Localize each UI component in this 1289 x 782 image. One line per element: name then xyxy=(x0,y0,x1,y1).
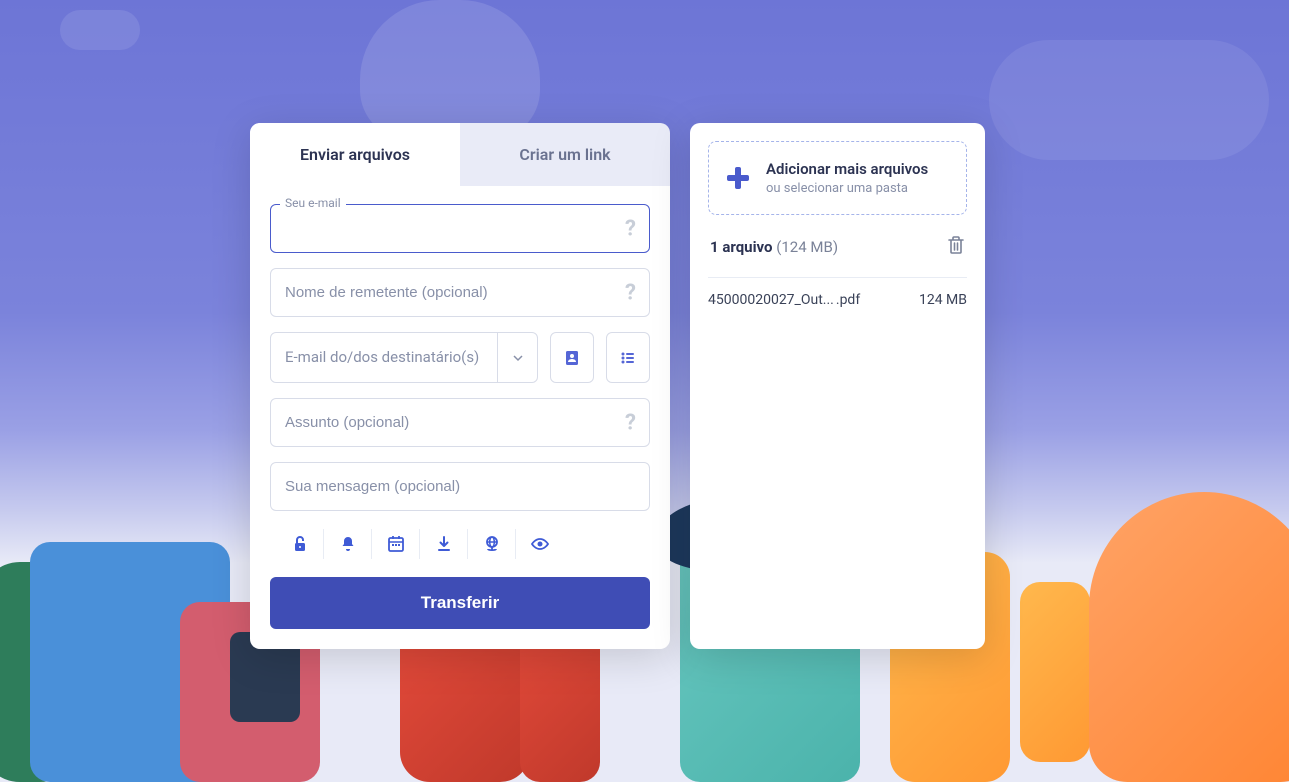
notification-option[interactable] xyxy=(324,529,372,559)
tab-send-files[interactable]: Enviar arquivos xyxy=(250,123,460,186)
help-icon[interactable]: ? xyxy=(625,280,636,305)
lock-icon xyxy=(290,534,310,554)
delete-all-button[interactable] xyxy=(947,235,965,259)
options-toolbar xyxy=(270,529,650,559)
help-icon[interactable]: ? xyxy=(625,410,636,435)
plus-icon xyxy=(724,164,752,192)
file-size: 124 MB xyxy=(919,292,967,308)
preview-option[interactable] xyxy=(516,529,564,559)
add-files-subtitle: ou selecionar uma pasta xyxy=(766,181,928,196)
total-size: (124 MB) xyxy=(776,238,838,256)
transfer-form-panel: Enviar arquivos Criar um link Seu e-mail… xyxy=(250,123,670,649)
chevron-down-icon[interactable] xyxy=(497,333,537,382)
email-label: Seu e-mail xyxy=(280,196,346,210)
globe-icon xyxy=(482,534,502,554)
file-count: 1 arquivo xyxy=(710,238,773,256)
list-icon xyxy=(619,349,637,367)
email-input[interactable] xyxy=(270,204,650,253)
eye-icon xyxy=(530,534,550,554)
subject-input[interactable] xyxy=(270,398,650,447)
download-option[interactable] xyxy=(420,529,468,559)
files-panel: Adicionar mais arquivos ou selecionar um… xyxy=(690,123,985,649)
trash-icon xyxy=(947,235,965,255)
background-cloud xyxy=(60,10,140,50)
language-option[interactable] xyxy=(468,529,516,559)
transfer-button[interactable]: Transferir xyxy=(270,577,650,629)
sender-name-input[interactable] xyxy=(270,268,650,317)
recipient-placeholder: E-mail do/dos destinatário(s) xyxy=(271,333,497,382)
divider xyxy=(708,277,967,278)
download-icon xyxy=(434,534,454,554)
file-name: 45000020027_Out... xyxy=(708,292,834,308)
contacts-button[interactable] xyxy=(550,332,594,383)
file-extension: .pdf xyxy=(836,292,860,308)
recipient-select[interactable]: E-mail do/dos destinatário(s) xyxy=(270,332,538,383)
background-plane xyxy=(989,40,1269,160)
password-option[interactable] xyxy=(276,529,324,559)
add-files-dropzone[interactable]: Adicionar mais arquivos ou selecionar um… xyxy=(708,141,967,215)
tabs: Enviar arquivos Criar um link xyxy=(250,123,670,186)
file-summary: 1 arquivo (124 MB) xyxy=(708,235,967,259)
schedule-option[interactable] xyxy=(372,529,420,559)
tab-create-link[interactable]: Criar um link xyxy=(460,123,670,186)
bell-icon xyxy=(338,534,358,554)
add-files-title: Adicionar mais arquivos xyxy=(766,160,928,178)
background-cloud xyxy=(360,0,540,140)
calendar-icon xyxy=(386,534,406,554)
list-button[interactable] xyxy=(606,332,650,383)
help-icon[interactable]: ? xyxy=(625,216,636,241)
contact-icon xyxy=(563,349,581,367)
message-input[interactable] xyxy=(270,462,650,511)
file-row: 45000020027_Out....pdf 124 MB xyxy=(708,292,967,308)
